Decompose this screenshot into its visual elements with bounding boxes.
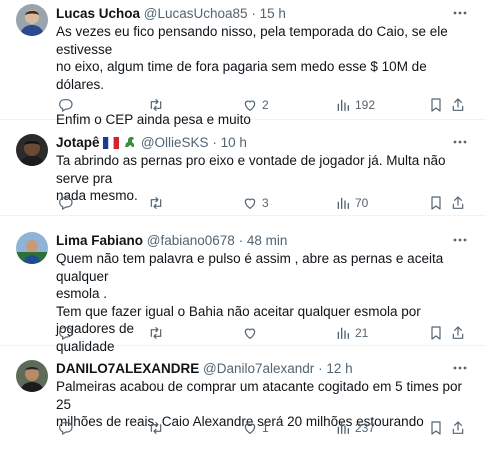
reply-button[interactable] [58, 324, 78, 342]
retweet-button[interactable] [148, 419, 168, 437]
tweet-actions: 21 [56, 324, 468, 342]
like-button[interactable]: 3 [242, 194, 269, 212]
tweet-line: Ta abrindo as pernas pro eixo e vontade … [56, 153, 450, 186]
retweet-icon [150, 422, 162, 434]
more-icon[interactable] [452, 361, 468, 375]
views-chart-icon [337, 327, 349, 339]
bookmark-button[interactable] [428, 194, 444, 212]
bookmark-icon [431, 196, 441, 210]
views-count: 192 [355, 98, 376, 112]
retweet-button[interactable] [148, 96, 168, 114]
retweet-button[interactable] [148, 194, 168, 212]
share-button[interactable] [450, 96, 466, 114]
views-chart-icon [337, 422, 349, 434]
user-handle[interactable]: @LucasUchoa85 [144, 6, 248, 21]
views-button[interactable]: 70 [335, 194, 368, 212]
tweet-actions: 3 70 [56, 194, 468, 212]
bookmark-button[interactable] [428, 96, 444, 114]
timestamp[interactable]: 48 min [247, 233, 288, 248]
avatar[interactable] [16, 134, 48, 166]
share-icon [452, 326, 464, 339]
separator: · [318, 361, 323, 376]
reply-button[interactable] [58, 194, 78, 212]
display-name[interactable]: Lucas Uchoa [56, 6, 140, 21]
tweet-actions: 1 237 [56, 419, 468, 437]
reply-button[interactable] [58, 419, 78, 437]
avatar[interactable] [16, 232, 48, 264]
tweet[interactable]: DANILO7ALEXANDRE @Danilo7alexandr · 12 h… [0, 346, 486, 452]
timestamp[interactable]: 15 h [260, 6, 286, 21]
france-flag-icon [103, 137, 120, 149]
display-name[interactable]: Jotapê [56, 135, 100, 150]
like-button[interactable]: 1 [242, 419, 269, 437]
like-count: 1 [262, 421, 269, 435]
reply-button[interactable] [58, 96, 78, 114]
tweet-line: no eixo, algum time de fora pagaria sem … [56, 59, 431, 92]
views-button[interactable]: 192 [335, 96, 375, 114]
retweet-button[interactable] [148, 324, 168, 342]
tweet[interactable]: Lucas Uchoa @LucasUchoa85 · 15 h As veze… [0, 0, 486, 127]
views-button[interactable]: 21 [335, 324, 368, 342]
retweet-icon [150, 99, 162, 111]
timestamp[interactable]: 12 h [326, 361, 352, 376]
avatar[interactable] [16, 4, 48, 36]
share-icon [452, 196, 464, 209]
like-button[interactable]: 2 [242, 96, 269, 114]
separator: · [212, 135, 217, 150]
like-count: 2 [262, 98, 269, 112]
views-button[interactable]: 237 [335, 419, 375, 437]
tweet-header: DANILO7ALEXANDRE @Danilo7alexandr · 12 h [56, 360, 446, 378]
views-count: 237 [355, 421, 376, 435]
like-count: 3 [262, 196, 269, 210]
heart-icon [244, 100, 256, 111]
bookmark-icon [431, 326, 441, 340]
retweet-icon [150, 327, 162, 339]
reply-icon [59, 99, 73, 113]
share-icon [452, 421, 464, 434]
reply-icon [59, 422, 73, 436]
more-icon[interactable] [452, 6, 468, 20]
separator: · [251, 6, 256, 21]
more-icon[interactable] [452, 135, 468, 149]
separator: · [238, 233, 244, 248]
display-name[interactable]: DANILO7ALEXANDRE [56, 361, 199, 376]
tweet-line: Palmeiras acabou de comprar um atacante … [56, 379, 466, 412]
views-count: 21 [355, 326, 369, 340]
user-handle[interactable]: @Danilo7alexandr [203, 361, 314, 376]
tweet[interactable]: Jotapê @OllieSKS · 10 h Ta abrindo as pe… [0, 120, 486, 216]
heart-icon [244, 423, 256, 434]
share-button[interactable] [450, 419, 466, 437]
tweet[interactable]: Lima Fabiano @fabiano0678 · 48 min Quem … [0, 216, 486, 354]
tweet-line: Quem não tem palavra e pulso é assim , a… [56, 251, 447, 284]
share-button[interactable] [450, 324, 466, 342]
user-handle[interactable]: @OllieSKS [141, 135, 209, 150]
dinosaur-icon [125, 137, 135, 147]
tweet-line: As vezes eu fico pensando nisso, pela te… [56, 24, 452, 57]
heart-icon [244, 328, 256, 339]
tweet-line: esmola . [56, 286, 108, 301]
user-handle[interactable]: @fabiano0678 [147, 233, 235, 248]
share-button[interactable] [450, 194, 466, 212]
bookmark-icon [431, 98, 441, 112]
bookmark-button[interactable] [428, 419, 444, 437]
views-count: 70 [355, 196, 369, 210]
more-icon[interactable] [452, 233, 468, 247]
share-icon [452, 98, 464, 111]
display-name[interactable]: Lima Fabiano [56, 233, 143, 248]
retweet-icon [150, 197, 162, 209]
reply-icon [59, 327, 73, 341]
like-button[interactable] [242, 324, 262, 342]
tweet-header: Lima Fabiano @fabiano0678 · 48 min [56, 232, 446, 250]
timestamp[interactable]: 10 h [221, 135, 247, 150]
reply-icon [59, 197, 73, 211]
tweet-header: Lucas Uchoa @LucasUchoa85 · 15 h [56, 5, 446, 23]
bookmark-icon [431, 421, 441, 435]
tweet-actions: 2 192 [56, 96, 468, 114]
avatar[interactable] [16, 360, 48, 392]
views-chart-icon [337, 197, 349, 209]
bookmark-button[interactable] [428, 324, 444, 342]
views-chart-icon [337, 99, 349, 111]
heart-icon [244, 198, 256, 209]
tweet-header: Jotapê @OllieSKS · 10 h [56, 134, 446, 152]
